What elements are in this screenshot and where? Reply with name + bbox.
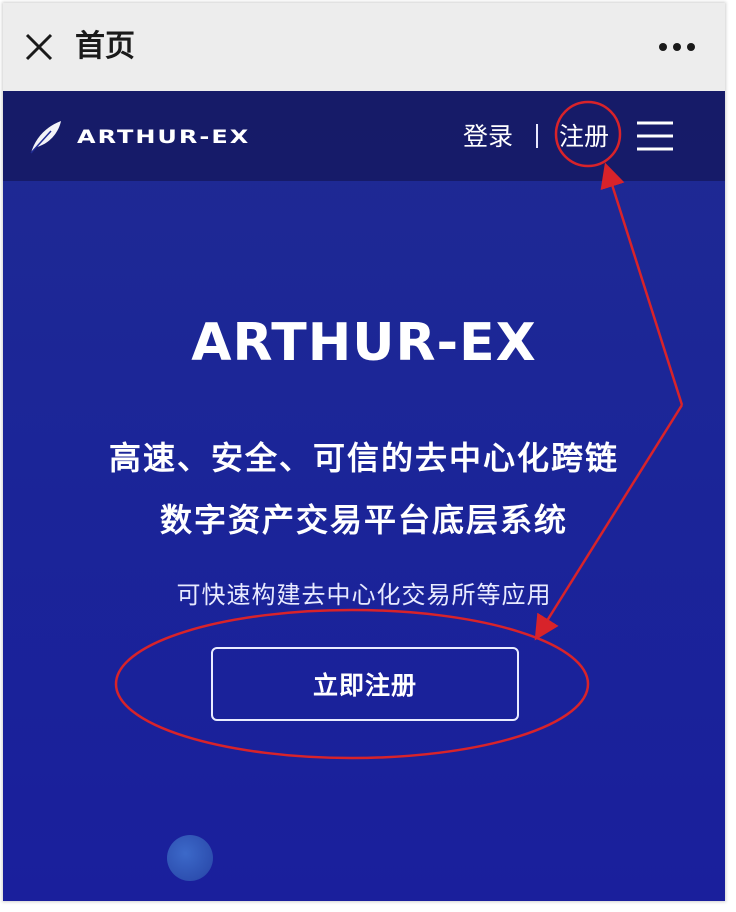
nav-separator xyxy=(536,124,538,148)
site-logo[interactable]: ARTHUR-EX xyxy=(25,115,250,159)
more-dots-icon xyxy=(659,43,695,51)
feather-icon xyxy=(30,121,61,154)
more-button[interactable] xyxy=(657,35,697,59)
page-title: 首页 xyxy=(75,29,135,64)
register-link[interactable]: 注册 xyxy=(559,117,609,157)
hero-title: ARTHUR-EX xyxy=(191,313,537,373)
hero-headline-line2: 数字资产交易平台底层系统 xyxy=(159,501,568,539)
hero-subtitle: 可快速构建去中心化交易所等应用 xyxy=(176,581,552,609)
site-navbar: ARTHUR-EX 登录 注册 xyxy=(3,91,725,181)
wechat-title-bar: 首页 xyxy=(3,3,725,91)
register-now-button[interactable]: 立即注册 xyxy=(211,647,519,721)
hero-headline-line1: 高速、安全、可信的去中心化跨链 xyxy=(108,439,619,477)
phone-screen: 首页 ARTHUR-EX 登录 注册 ARTHUR-EX 高速、安全、可信的去中… xyxy=(3,3,725,901)
landing-page: ARTHUR-EX 登录 注册 ARTHUR-EX 高速、安全、可信的去中心化跨… xyxy=(3,91,725,901)
menu-button[interactable] xyxy=(635,119,675,153)
hamburger-menu-icon xyxy=(637,121,673,151)
decorative-dot xyxy=(167,835,213,881)
close-icon xyxy=(25,33,53,61)
close-button[interactable] xyxy=(21,29,57,65)
login-link[interactable]: 登录 xyxy=(463,117,513,157)
logo-text: ARTHUR-EX xyxy=(77,126,251,148)
